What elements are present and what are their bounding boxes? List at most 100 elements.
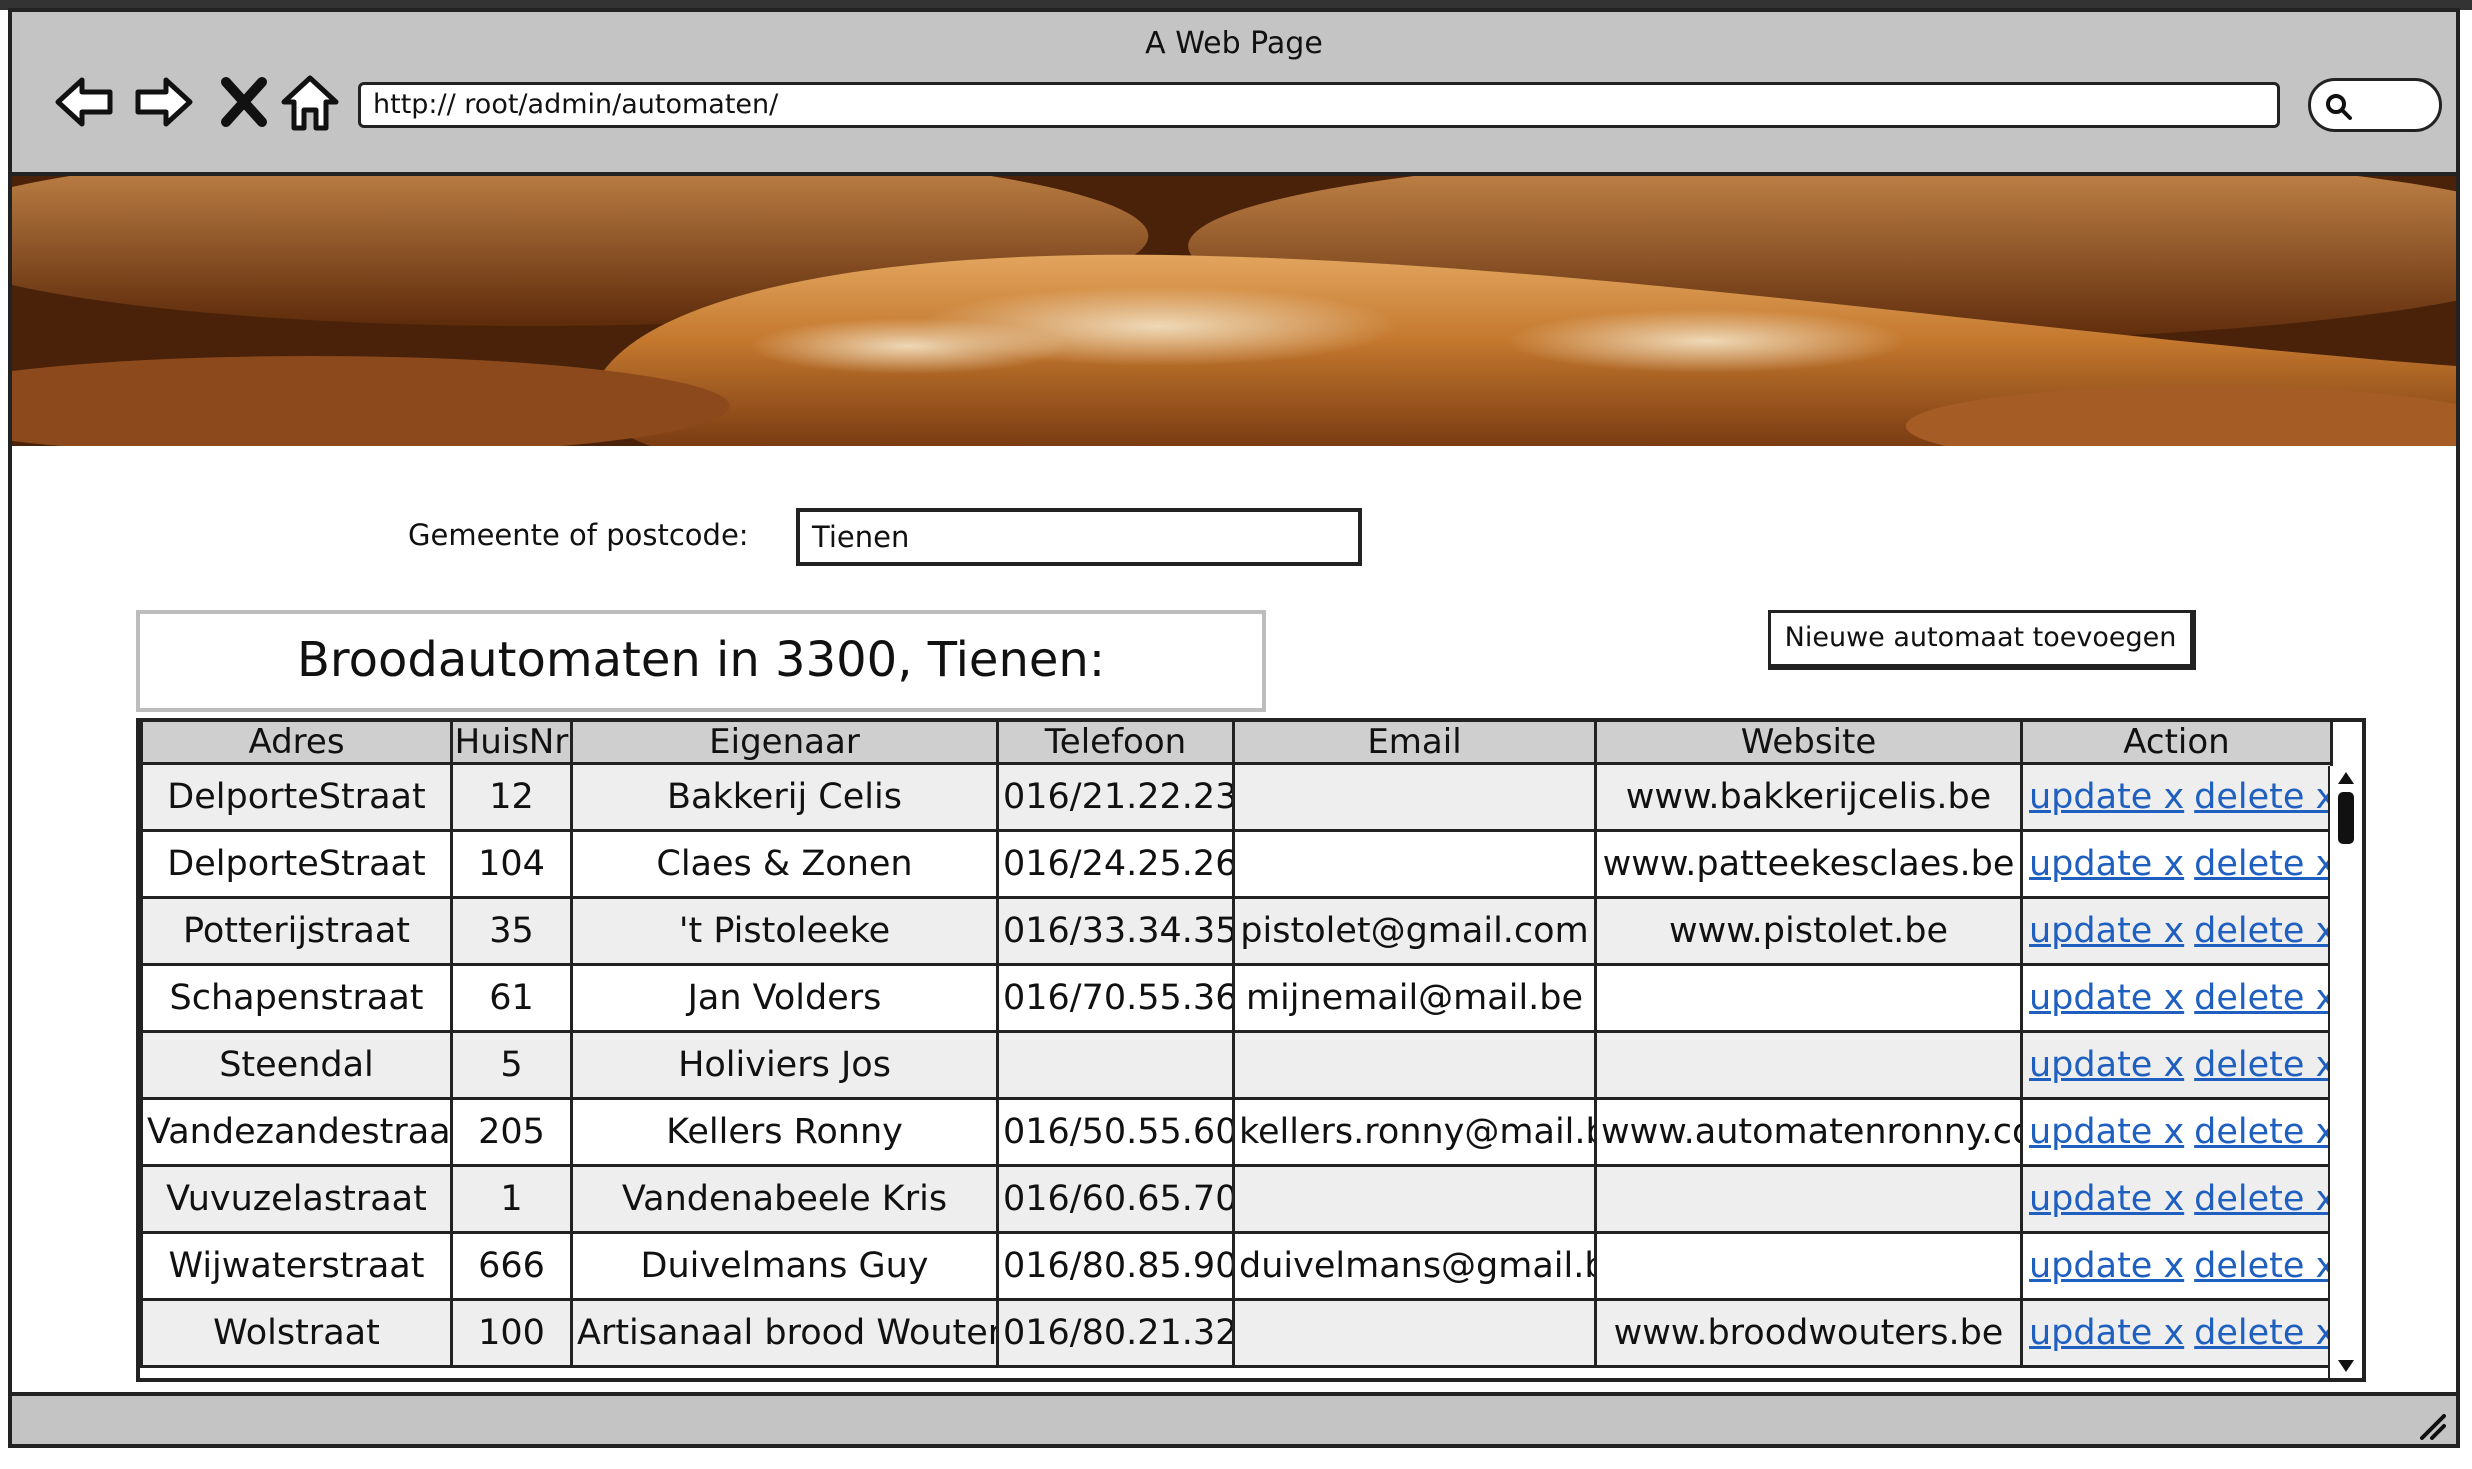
column-header-telefoon[interactable]: Telefoon	[996, 722, 1235, 765]
column-header-website[interactable]: Website	[1594, 722, 2023, 765]
cell-telefoon: 016/50.55.60	[996, 1097, 1235, 1167]
cell-adres: Vuvuzelastraat	[140, 1164, 453, 1234]
cell-eigenaar: Holiviers Jos	[570, 1030, 999, 1100]
cell-adres: Wijwaterstraat	[140, 1231, 453, 1301]
cell-action: update x delete x	[2020, 963, 2333, 1033]
delete-link[interactable]: delete x	[2194, 777, 2328, 817]
address-bar[interactable]: http:// root/admin/automaten/	[358, 82, 2280, 128]
cell-email	[1232, 1030, 1597, 1100]
home-icon	[281, 75, 339, 131]
delete-link[interactable]: delete x	[2194, 1045, 2328, 1085]
cell-huisnr: 666	[450, 1231, 573, 1301]
gemeente-label: Gemeente of postcode:	[408, 518, 749, 552]
home-button[interactable]	[274, 62, 346, 142]
cell-adres: Wolstraat	[140, 1298, 453, 1368]
cell-eigenaar: Claes & Zonen	[570, 829, 999, 899]
table-row: Vandezandestraat 205 Kellers Ronny 016/5…	[140, 1097, 2333, 1167]
table-row: Wolstraat 100 Artisanaal brood Wouters 0…	[140, 1298, 2333, 1368]
update-link[interactable]: update x	[2029, 1045, 2184, 1085]
forward-button[interactable]	[128, 62, 200, 142]
update-link[interactable]: update x	[2029, 978, 2184, 1018]
cell-website: www.bakkerijcelis.be	[1594, 762, 2023, 832]
cell-website: www.pistolet.be	[1594, 896, 2023, 966]
cell-eigenaar: Duivelmans Guy	[570, 1231, 999, 1301]
browser-search-field[interactable]	[2308, 78, 2442, 132]
cell-website	[1594, 1231, 2023, 1301]
back-button[interactable]	[48, 62, 120, 142]
column-header-huisnr[interactable]: HuisNr	[450, 722, 573, 765]
cell-eigenaar: Vandenabeele Kris	[570, 1164, 999, 1234]
gemeente-input[interactable]: Tienen	[796, 508, 1362, 566]
update-link[interactable]: update x	[2029, 1246, 2184, 1286]
cell-huisnr: 1	[450, 1164, 573, 1234]
cell-adres: Schapenstraat	[140, 963, 453, 1033]
new-automaat-button[interactable]: Nieuwe automaat toevoegen	[1768, 610, 2196, 670]
browser-status-bar	[12, 1392, 2456, 1444]
bread-banner-image	[12, 176, 2456, 446]
delete-link[interactable]: delete x	[2194, 978, 2328, 1018]
delete-link[interactable]: delete x	[2194, 844, 2328, 884]
update-link[interactable]: update x	[2029, 844, 2184, 884]
cell-telefoon: 016/80.21.32	[996, 1298, 1235, 1368]
cell-website: www.automatenronny.com	[1594, 1097, 2023, 1167]
cell-website	[1594, 963, 2023, 1033]
table-scrollbar[interactable]	[2328, 766, 2362, 1378]
update-link[interactable]: update x	[2029, 911, 2184, 951]
cell-email: kellers.ronny@mail.be	[1232, 1097, 1597, 1167]
scrollbar-thumb[interactable]	[2338, 792, 2354, 844]
delete-link[interactable]: delete x	[2194, 1179, 2328, 1219]
update-link[interactable]: update x	[2029, 1112, 2184, 1152]
cell-telefoon: 016/24.25.26	[996, 829, 1235, 899]
delete-link[interactable]: delete x	[2194, 1112, 2328, 1152]
table-header-row: Adres HuisNr Eigenaar Telefoon Email Web…	[140, 722, 2333, 765]
cell-email	[1232, 1164, 1597, 1234]
scroll-down-icon[interactable]	[2336, 1358, 2356, 1374]
cell-eigenaar: Bakkerij Celis	[570, 762, 999, 832]
update-link[interactable]: update x	[2029, 1313, 2184, 1353]
cell-eigenaar: Jan Volders	[570, 963, 999, 1033]
column-header-email[interactable]: Email	[1232, 722, 1597, 765]
cell-email	[1232, 829, 1597, 899]
column-header-eigenaar[interactable]: Eigenaar	[570, 722, 999, 765]
table-row: DelporteStraat 104 Claes & Zonen 016/24.…	[140, 829, 2333, 899]
cell-telefoon: 016/60.65.70	[996, 1164, 1235, 1234]
search-icon	[2326, 94, 2352, 120]
browser-window: A Web Page http:// root/admin/automaten/	[8, 8, 2460, 1448]
column-header-action[interactable]: Action	[2020, 722, 2333, 765]
delete-link[interactable]: delete x	[2194, 1246, 2328, 1286]
delete-link[interactable]: delete x	[2194, 911, 2328, 951]
column-header-adres[interactable]: Adres	[140, 722, 453, 765]
arrow-right-icon	[135, 77, 193, 127]
table-row: Schapenstraat 61 Jan Volders 016/70.55.3…	[140, 963, 2333, 1033]
cell-action: update x delete x	[2020, 1164, 2333, 1234]
delete-link[interactable]: delete x	[2194, 1313, 2328, 1353]
cell-adres: DelporteStraat	[140, 829, 453, 899]
cell-website: www.broodwouters.be	[1594, 1298, 2023, 1368]
cell-eigenaar: Kellers Ronny	[570, 1097, 999, 1167]
automaten-table: Adres HuisNr Eigenaar Telefoon Email Web…	[136, 718, 2366, 1382]
stop-button[interactable]	[208, 62, 280, 142]
cell-action: update x delete x	[2020, 1298, 2333, 1368]
update-link[interactable]: update x	[2029, 777, 2184, 817]
cell-action: update x delete x	[2020, 1030, 2333, 1100]
cell-website	[1594, 1030, 2023, 1100]
scroll-up-icon[interactable]	[2336, 770, 2356, 786]
update-link[interactable]: update x	[2029, 1179, 2184, 1219]
browser-toolbar: A Web Page http:// root/admin/automaten/	[12, 12, 2456, 176]
cell-adres: DelporteStraat	[140, 762, 453, 832]
table-row: Wijwaterstraat 666 Duivelmans Guy 016/80…	[140, 1231, 2333, 1301]
cell-telefoon: 016/70.55.36	[996, 963, 1235, 1033]
cell-adres: Vandezandestraat	[140, 1097, 453, 1167]
cell-website: www.patteekesclaes.be	[1594, 829, 2023, 899]
cell-huisnr: 61	[450, 963, 573, 1033]
cell-action: update x delete x	[2020, 1097, 2333, 1167]
cell-huisnr: 35	[450, 896, 573, 966]
resize-grip-icon[interactable]	[2414, 1408, 2446, 1440]
cell-email	[1232, 762, 1597, 832]
cell-telefoon: 016/33.34.35	[996, 896, 1235, 966]
cell-huisnr: 100	[450, 1298, 573, 1368]
cell-huisnr: 205	[450, 1097, 573, 1167]
cell-adres: Steendal	[140, 1030, 453, 1100]
cell-telefoon: 016/80.85.90	[996, 1231, 1235, 1301]
cell-eigenaar: 't Pistoleeke	[570, 896, 999, 966]
